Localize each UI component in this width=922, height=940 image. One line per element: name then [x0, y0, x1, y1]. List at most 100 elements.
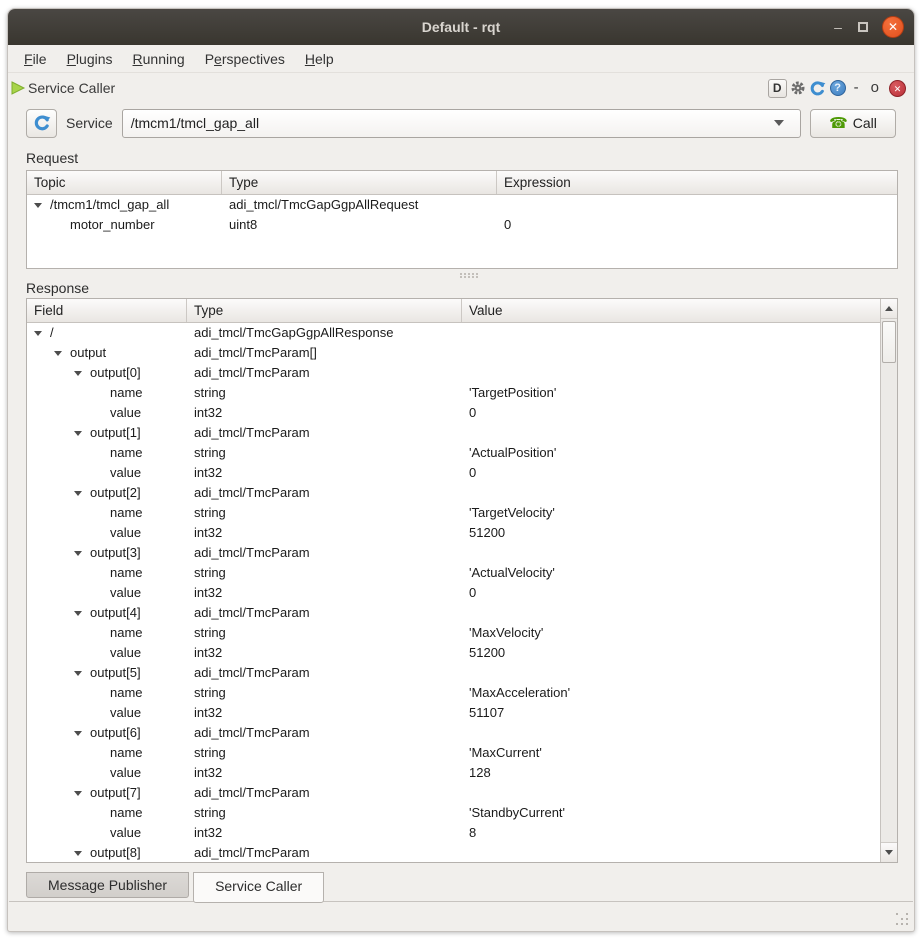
table-row[interactable]: namestring'ActualVelocity' [27, 563, 880, 583]
menu-item-plugins[interactable]: Plugins [57, 48, 123, 70]
expander-icon[interactable] [74, 663, 90, 683]
refresh-icon [33, 114, 51, 132]
table-row[interactable]: output[7]adi_tmcl/TmcParam [27, 783, 880, 803]
chevron-down-icon [774, 120, 784, 126]
table-row[interactable]: namestring'StandbyCurrent' [27, 803, 880, 823]
table-row[interactable]: valueint320 [27, 403, 880, 423]
table-row[interactable]: valueint32128 [27, 763, 880, 783]
dock-header: Service Caller D ? - o ✕ [8, 73, 914, 103]
response-table-header[interactable]: Field Type Value [27, 299, 897, 323]
expander-placeholder [54, 215, 70, 235]
menu-item-help[interactable]: Help [295, 48, 344, 70]
table-row[interactable]: output[8]adi_tmcl/TmcParam [27, 843, 880, 862]
service-toolbar: Service /tmcm1/tmcl_gap_all ☎ Call [8, 103, 914, 143]
expander-icon[interactable] [74, 843, 90, 862]
expander-icon[interactable] [74, 363, 90, 383]
dock-float-button[interactable]: o [866, 79, 884, 97]
column-header-value[interactable]: Value [462, 299, 897, 322]
table-row[interactable]: valueint320 [27, 463, 880, 483]
rqt-window: Default - rqt – ✕ FilePluginsRunningPers… [7, 8, 915, 932]
table-row[interactable]: /adi_tmcl/TmcGapGgpAllResponse [27, 323, 880, 343]
size-grip[interactable] [895, 912, 909, 926]
splitter-handle[interactable] [9, 270, 913, 278]
window-controls: – ✕ [832, 9, 904, 45]
column-header-topic[interactable]: Topic [27, 171, 222, 194]
table-row[interactable]: namestring'MaxVelocity' [27, 623, 880, 643]
expander-icon[interactable] [74, 543, 90, 563]
table-row[interactable]: output[0]adi_tmcl/TmcParam [27, 363, 880, 383]
response-section-label: Response [26, 280, 89, 296]
expander-placeholder [94, 743, 110, 763]
table-row[interactable]: namestring'TargetPosition' [27, 383, 880, 403]
refresh-services-button[interactable] [26, 109, 57, 138]
play-icon [9, 79, 27, 97]
column-header-expression[interactable]: Expression [497, 171, 897, 194]
table-row[interactable]: output[1]adi_tmcl/TmcParam [27, 423, 880, 443]
expander-icon[interactable] [74, 483, 90, 503]
tab-message-publisher[interactable]: Message Publisher [26, 872, 189, 898]
column-header-type[interactable]: Type [222, 171, 497, 194]
expander-placeholder [94, 643, 110, 663]
expander-placeholder [94, 383, 110, 403]
table-row[interactable]: outputadi_tmcl/TmcParam[] [27, 343, 880, 363]
phone-icon: ☎ [829, 116, 848, 130]
menu-item-running[interactable]: Running [123, 48, 195, 70]
expander-icon[interactable] [74, 603, 90, 623]
column-header-field[interactable]: Field [27, 299, 187, 322]
minimize-button[interactable]: – [832, 22, 844, 32]
table-row[interactable]: namestring'ActualPosition' [27, 443, 880, 463]
scroll-down-icon[interactable] [881, 842, 897, 862]
dock-d-button[interactable]: D [768, 79, 787, 98]
dock-close-button[interactable]: ✕ [889, 80, 906, 97]
table-row[interactable]: valueint3251107 [27, 703, 880, 723]
service-label: Service [66, 115, 113, 131]
scroll-up-icon[interactable] [881, 299, 897, 319]
scrollbar-thumb[interactable] [882, 321, 896, 363]
menu-bar: FilePluginsRunningPerspectivesHelp [8, 45, 914, 73]
expander-placeholder [94, 623, 110, 643]
table-row[interactable]: motor_numberuint80 [27, 215, 897, 235]
table-row[interactable]: valueint320 [27, 583, 880, 603]
service-combobox[interactable]: /tmcm1/tmcl_gap_all [122, 109, 801, 138]
column-header-type[interactable]: Type [187, 299, 462, 322]
expander-icon[interactable] [74, 423, 90, 443]
expander-placeholder [94, 583, 110, 603]
titlebar[interactable]: Default - rqt – ✕ [8, 9, 914, 45]
maximize-button[interactable] [858, 22, 868, 32]
expander-placeholder [94, 503, 110, 523]
table-row[interactable]: output[2]adi_tmcl/TmcParam [27, 483, 880, 503]
request-section-label: Request [26, 150, 78, 166]
table-row[interactable]: /tmcm1/tmcl_gap_alladi_tmcl/TmcGapGgpAll… [27, 195, 897, 215]
expander-icon[interactable] [34, 323, 50, 343]
table-row[interactable]: namestring'MaxAcceleration' [27, 683, 880, 703]
expander-placeholder [94, 683, 110, 703]
vertical-scrollbar[interactable] [880, 299, 897, 862]
table-row[interactable]: namestring'MaxCurrent' [27, 743, 880, 763]
expander-icon[interactable] [74, 783, 90, 803]
tab-service-caller[interactable]: Service Caller [193, 872, 324, 903]
help-icon[interactable]: ? [829, 79, 847, 97]
expander-icon[interactable] [54, 343, 70, 363]
table-row[interactable]: namestring'TargetVelocity' [27, 503, 880, 523]
table-row[interactable]: valueint3251200 [27, 523, 880, 543]
call-button[interactable]: ☎ Call [810, 109, 896, 138]
expander-placeholder [94, 443, 110, 463]
table-row[interactable]: valueint328 [27, 823, 880, 843]
table-row[interactable]: output[5]adi_tmcl/TmcParam [27, 663, 880, 683]
expander-placeholder [94, 563, 110, 583]
reload-icon[interactable] [809, 79, 827, 97]
expander-placeholder [94, 523, 110, 543]
table-row[interactable]: valueint3251200 [27, 643, 880, 663]
close-button[interactable]: ✕ [882, 16, 904, 38]
table-row[interactable]: output[6]adi_tmcl/TmcParam [27, 723, 880, 743]
table-row[interactable]: output[4]adi_tmcl/TmcParam [27, 603, 880, 623]
expander-icon[interactable] [34, 195, 50, 215]
settings-gear-icon[interactable] [789, 79, 807, 97]
dock-minimize-button[interactable]: - [849, 79, 864, 97]
menu-item-file[interactable]: File [14, 48, 57, 70]
dock-title: Service Caller [28, 80, 115, 96]
request-table-header[interactable]: Topic Type Expression [27, 171, 897, 195]
expander-icon[interactable] [74, 723, 90, 743]
table-row[interactable]: output[3]adi_tmcl/TmcParam [27, 543, 880, 563]
menu-item-perspectives[interactable]: Perspectives [195, 48, 295, 70]
